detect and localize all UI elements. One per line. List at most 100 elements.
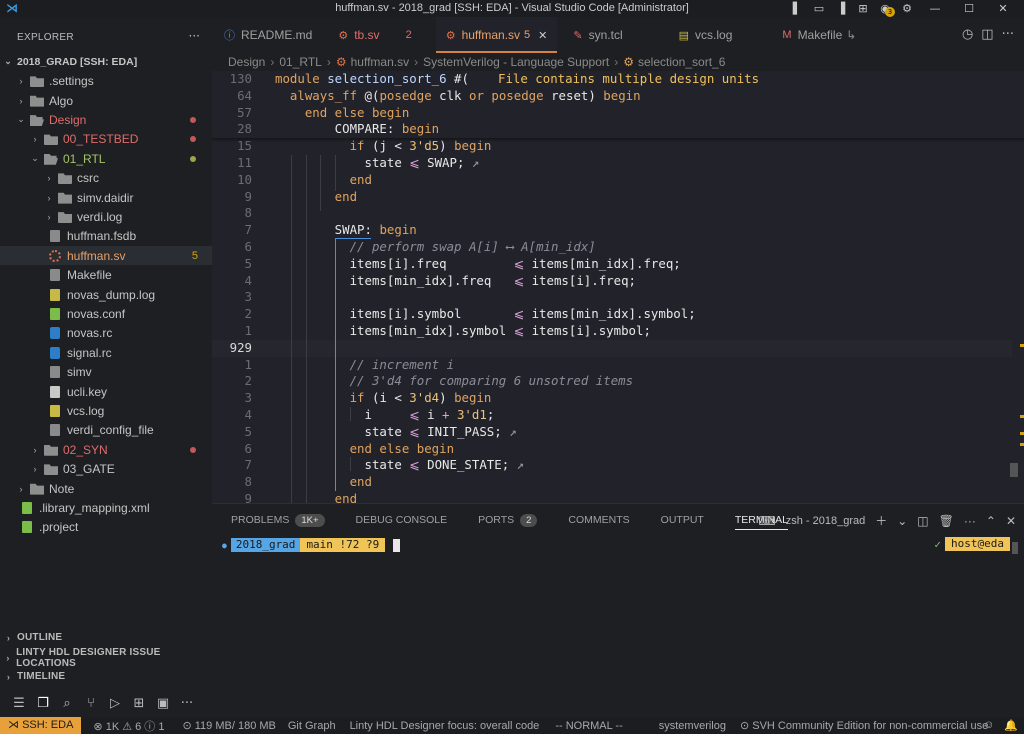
tree-item-signal-rc[interactable]: signal.rc: [0, 343, 212, 362]
code-line[interactable]: 57 end else begin: [212, 104, 1012, 122]
toggle-primary-sidebar-icon[interactable]: ▌: [786, 0, 808, 17]
close-panel-icon[interactable]: ✕: [1006, 514, 1016, 528]
code-line[interactable]: 10 end: [212, 172, 1012, 189]
tree-item-simv[interactable]: simv: [0, 363, 212, 382]
breadcrumb-symbol[interactable]: selection_sort_6: [638, 55, 725, 69]
settings-gear-icon[interactable]: ⚙: [896, 0, 918, 17]
breadcrumb-language[interactable]: SystemVerilog - Language Support: [423, 55, 609, 69]
editor-scrollbar[interactable]: [1010, 463, 1018, 477]
tab-readme[interactable]: ⓘ README.md: [212, 17, 322, 53]
code-line[interactable]: 6 end else begin: [212, 441, 1012, 458]
new-terminal-icon[interactable]: ＋: [875, 512, 887, 529]
tree-item-vcs-log[interactable]: vcs.log: [0, 401, 212, 420]
remote-indicator[interactable]: ⋊ SSH: EDA: [0, 717, 82, 734]
tree-item-03-gate[interactable]: › 03_GATE: [0, 460, 212, 479]
tab-debug-console[interactable]: DEBUG CONSOLE: [337, 504, 460, 536]
workspace-root[interactable]: ⌄ 2018_GRAD [SSH: EDA]: [0, 52, 212, 71]
code-line[interactable]: 1 items[min_idx].symbol ⩽ items[i].symbo…: [212, 323, 1012, 340]
search-icon[interactable]: ⌕: [58, 695, 76, 713]
tree-item-huffman-fsdb[interactable]: huffman.fsdb: [0, 227, 212, 246]
tree-item-02-syn[interactable]: › 02_SYN: [0, 440, 212, 459]
tab-problems[interactable]: PROBLEMS 1K+: [212, 504, 337, 536]
code-line[interactable]: 2 // 3'd4 for comparing 6 unsotred items: [212, 373, 1012, 390]
tree-item-novas-dump-log[interactable]: novas_dump.log: [0, 285, 212, 304]
tree-item-01-rtl[interactable]: ⌄ 01_RTL: [0, 149, 212, 168]
code-line[interactable]: 5 state ⩽ INIT_PASS; ↗: [212, 424, 1012, 441]
tree-item-note[interactable]: › Note: [0, 479, 212, 498]
split-editor-icon[interactable]: ◫: [981, 27, 993, 42]
code-line[interactable]: 1 // increment i: [212, 357, 1012, 374]
maximize-panel-icon[interactable]: ⌃: [986, 514, 996, 528]
tree-item-design[interactable]: ⌄ Design: [0, 110, 212, 129]
minimize-button[interactable]: —: [918, 0, 952, 17]
split-terminal-icon[interactable]: ◫: [917, 514, 928, 528]
editor-more-icon[interactable]: ···: [1002, 27, 1014, 42]
copilot-icon[interactable]: ☺: [983, 719, 994, 732]
run-debug-icon[interactable]: ▷: [106, 695, 124, 713]
language-mode[interactable]: systemverilog: [659, 720, 726, 732]
code-line[interactable]: 3 if (i < 3'd4) begin: [212, 390, 1012, 407]
tree-item-settings[interactable]: › .settings: [0, 72, 212, 91]
explorer-more-button[interactable]: ···: [189, 29, 200, 43]
tree-item-00-testbed[interactable]: › 00_TESTBED: [0, 130, 212, 149]
tab-makefile[interactable]: M Makefile ↳: [742, 17, 866, 53]
tree-item-csrc[interactable]: › csrc: [0, 169, 212, 188]
kill-terminal-icon[interactable]: 🗑: [939, 514, 954, 528]
code-line[interactable]: 2 items[i].symbol ⩽ items[min_idx].symbo…: [212, 306, 1012, 323]
menu-icon[interactable]: ☰: [10, 695, 28, 713]
source-control-icon[interactable]: ⑂: [82, 695, 100, 713]
tree-item-novas-rc[interactable]: novas.rc: [0, 324, 212, 343]
code-line[interactable]: 5 items[i].freq ⩽ items[min_idx].freq;: [212, 256, 1012, 273]
notifications-bell-icon[interactable]: 🔔: [1004, 719, 1018, 732]
code-line[interactable]: 28 COMPARE: begin: [212, 121, 1012, 139]
code-line[interactable]: 8 end: [212, 474, 1012, 491]
maximize-button[interactable]: ☐: [952, 0, 986, 17]
section-outline[interactable]: › OUTLINE: [0, 628, 212, 647]
code-editor[interactable]: 130 module selection_sort_6 #(64 always_f…: [212, 71, 1024, 503]
terminal-shell-name[interactable]: zsh - 2018_grad: [786, 515, 866, 527]
tab-ports[interactable]: PORTS 2: [459, 504, 549, 536]
tree-item-makefile[interactable]: Makefile: [0, 266, 212, 285]
terminal-dropdown-icon[interactable]: ⌄: [897, 514, 907, 528]
tree-item-verdi-config-file[interactable]: verdi_config_file: [0, 421, 212, 440]
code-line[interactable]: 9 end: [212, 491, 1012, 503]
code-line[interactable]: 929: [212, 339, 1012, 357]
section-timeline[interactable]: › TIMELINE: [0, 667, 212, 686]
toggle-secondary-sidebar-icon[interactable]: ▐: [830, 0, 852, 17]
tree-item-library-mapping-xml[interactable]: .library_mapping.xml: [0, 498, 212, 517]
terminal-scrollbar[interactable]: [1012, 542, 1018, 554]
tab-comments[interactable]: COMMENTS: [549, 504, 641, 536]
git-graph-button[interactable]: Git Graph: [288, 720, 336, 732]
code-line[interactable]: 4 i ⩽ i + 3'd1;: [212, 407, 1012, 424]
close-tab-icon[interactable]: ✕: [538, 29, 547, 42]
code-line[interactable]: 8: [212, 205, 1012, 222]
code-line[interactable]: 64 always_ff @(posedge clk or posedge re…: [212, 87, 1012, 105]
tree-item-project[interactable]: .project: [0, 518, 212, 537]
tree-item-simv-daidir[interactable]: › simv.daidir: [0, 188, 212, 207]
timeline-compare-icon[interactable]: ◷: [962, 27, 973, 42]
breadcrumb-01-rtl[interactable]: 01_RTL: [279, 55, 321, 69]
more-icon[interactable]: ···: [178, 695, 196, 713]
tree-item-huffman-sv[interactable]: huffman.sv 5: [0, 246, 212, 266]
code-line[interactable]: 11 state ⩽ SWAP; ↗: [212, 155, 1012, 172]
toggle-panel-icon[interactable]: ▭: [808, 0, 830, 17]
close-window-button[interactable]: ✕: [986, 0, 1020, 17]
extensions-icon[interactable]: ⊞: [130, 695, 148, 713]
code-line[interactable]: 7 SWAP: begin: [212, 222, 1012, 239]
code-line[interactable]: 4 items[min_idx].freq ⩽ items[i].freq;: [212, 273, 1012, 290]
problems-status[interactable]: ⊗ 1K ⚠ 6 ⓘ 1: [93, 718, 164, 734]
breadcrumb-design[interactable]: Design: [228, 55, 265, 69]
svh-status[interactable]: ⊙ SVH Community Edition for non-commerci…: [740, 719, 988, 732]
tree-item-ucli-key[interactable]: ucli.key: [0, 382, 212, 401]
section-linty-issues[interactable]: › LINTY HDL DESIGNER ISSUE LOCATIONS: [0, 647, 212, 669]
tree-item-novas-conf[interactable]: novas.conf: [0, 304, 212, 323]
explorer-icon[interactable]: ❐: [34, 695, 52, 713]
breadcrumb-file[interactable]: huffman.sv: [351, 55, 409, 69]
linty-status[interactable]: Linty HDL Designer focus: overall code: [350, 720, 540, 732]
tab-tb-sv[interactable]: ⚙ tb.sv 2: [322, 17, 421, 53]
tree-item-verdi-log[interactable]: › verdi.log: [0, 207, 212, 226]
terminal-more-icon[interactable]: ···: [964, 514, 976, 528]
code-line[interactable]: 3: [212, 289, 1012, 306]
customize-layout-icon[interactable]: ⊞: [852, 0, 874, 17]
tab-huffman-sv[interactable]: ⚙ huffman.sv 5 ✕: [435, 17, 558, 53]
